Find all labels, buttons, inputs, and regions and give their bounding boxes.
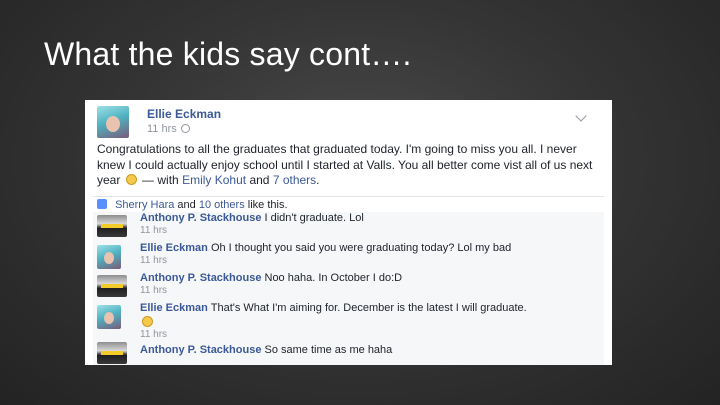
post-header: Ellie Eckman 11 hrs	[97, 106, 597, 140]
comments-list: Anthony P. Stackhouse I didn't graduate.…	[93, 212, 604, 365]
likes-summary: Sherry Hara and 10 others like this.	[97, 199, 288, 211]
liker-link[interactable]: Sherry Hara	[115, 199, 174, 211]
post-author[interactable]: Ellie Eckman	[147, 107, 221, 121]
comment: Anthony P. Stackhouse So same time as me…	[97, 342, 597, 365]
comment-text: I didn't graduate. Lol	[264, 212, 364, 224]
post-timestamp[interactable]: 11 hrs	[147, 123, 190, 135]
likers-others-link[interactable]: 10 others	[199, 199, 245, 211]
commenter-avatar[interactable]	[97, 342, 127, 364]
smiley-icon	[125, 174, 137, 185]
comment: Anthony P. Stackhouse I didn't graduate.…	[97, 212, 597, 242]
like-icon	[97, 199, 107, 209]
comment-author[interactable]: Anthony P. Stackhouse	[140, 272, 261, 284]
author-avatar[interactable]	[97, 106, 129, 138]
commenter-avatar[interactable]	[97, 305, 121, 329]
comment-text: Noo haha. In October I do:D	[264, 272, 403, 284]
comment-text: So same time as me haha	[264, 344, 393, 356]
globe-icon	[180, 124, 190, 133]
comment-time[interactable]: 11 hrs	[140, 225, 167, 236]
chevron-down-icon[interactable]	[575, 110, 587, 122]
comment: Ellie Eckman Oh I thought you said you w…	[97, 242, 597, 272]
comment-author[interactable]: Anthony P. Stackhouse	[140, 212, 261, 224]
commenter-avatar[interactable]	[97, 215, 127, 237]
comment-time[interactable]: 11 hrs	[140, 255, 167, 266]
commenter-avatar[interactable]	[97, 245, 121, 269]
comment-time[interactable]: 11 hrs	[140, 285, 167, 296]
comment-time[interactable]: 11 hrs	[140, 329, 167, 340]
comment: Anthony P. Stackhouse Noo haha. In Octob…	[97, 272, 597, 302]
smiley-icon	[142, 316, 153, 327]
facebook-post-screenshot: Ellie Eckman 11 hrs Congratulations to a…	[85, 100, 612, 365]
divider	[93, 196, 604, 197]
tagged-person-link[interactable]: Emily Kohut	[182, 173, 246, 187]
post-text: Congratulations to all the graduates tha…	[97, 142, 593, 187]
comment-text: Oh I thought you said you were graduatin…	[210, 242, 512, 254]
tagged-others-link[interactable]: 7 others	[273, 173, 316, 187]
comment-author[interactable]: Ellie Eckman	[140, 302, 208, 314]
comment-emoji	[140, 316, 155, 329]
comment-author[interactable]: Ellie Eckman	[140, 242, 208, 254]
commenter-avatar[interactable]	[97, 275, 127, 297]
comment: Ellie Eckman That's What I'm aiming for.…	[97, 302, 597, 342]
comment-author[interactable]: Anthony P. Stackhouse	[140, 344, 261, 356]
slide-title: What the kids say cont….	[44, 36, 412, 72]
comment-text: That's What I'm aiming for. December is …	[210, 302, 527, 314]
